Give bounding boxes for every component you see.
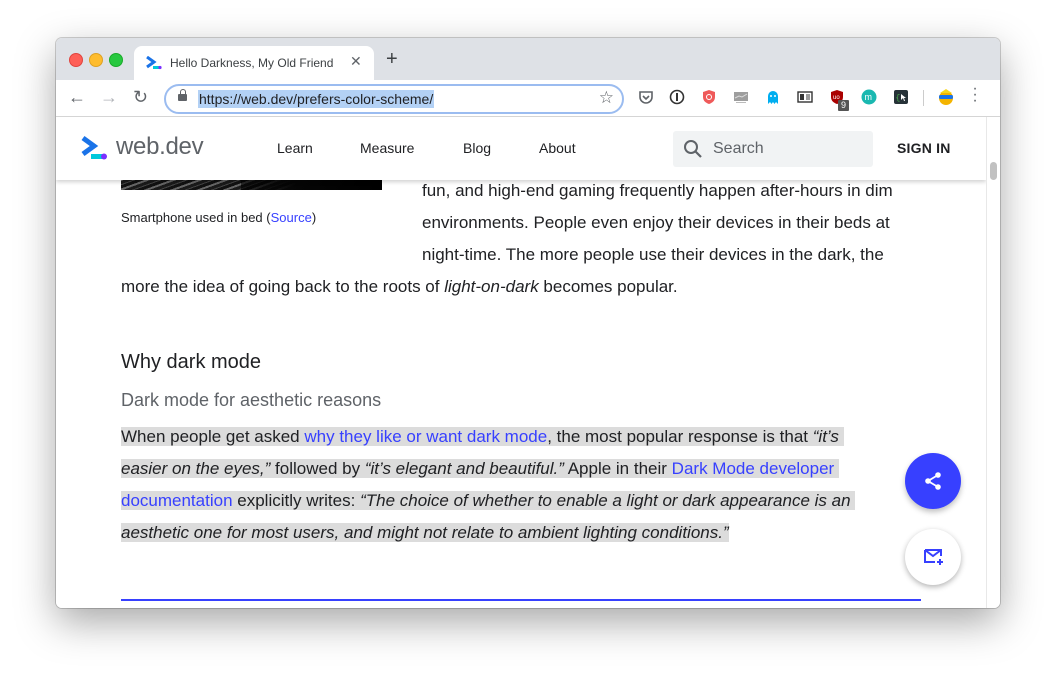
close-window-button[interactable]	[69, 53, 83, 67]
text: Apple in their	[563, 459, 672, 478]
nav-about[interactable]: About	[539, 140, 576, 156]
new-tab-button[interactable]: +	[386, 49, 398, 69]
para1-line3: night-time. The more people use their de…	[422, 245, 884, 264]
ublock-badge: 9	[838, 100, 849, 111]
emphasis: “it’s elegant and beautiful.”	[364, 459, 564, 478]
emphasis: light-on-dark	[444, 277, 539, 296]
toolbar-divider	[923, 90, 924, 106]
1password-icon[interactable]	[669, 89, 685, 105]
reader-icon[interactable]	[797, 89, 813, 105]
para2-line2: easier on the eyes,” followed by “it’s e…	[121, 453, 839, 485]
bookmark-star-icon[interactable]: ☆	[599, 88, 614, 108]
nav-blog[interactable]: Blog	[463, 140, 491, 156]
forward-arrow-icon[interactable]: →	[100, 87, 118, 107]
url-text[interactable]: https://web.dev/prefers-color-scheme/	[198, 90, 435, 108]
maximize-window-button[interactable]	[109, 53, 123, 67]
back-arrow-icon[interactable]: ←	[68, 87, 86, 107]
nav-measure[interactable]: Measure	[360, 140, 414, 156]
pocket-icon[interactable]	[638, 89, 654, 105]
mail-plus-icon	[924, 549, 943, 565]
sign-in-button[interactable]: SIGN IN	[897, 140, 951, 156]
quote: aesthetic one for most users, and might …	[121, 523, 729, 542]
browser-menu-icon[interactable]: · · ·	[972, 81, 978, 109]
text: becomes popular.	[538, 277, 678, 296]
tab-active[interactable]: Hello Darkness, My Old Friend ✕	[134, 46, 374, 80]
quote: “The choice of whether to enable a light…	[360, 491, 851, 510]
emphasis: “it’s	[812, 427, 839, 446]
address-bar[interactable]: https://web.dev/prefers-color-scheme/ ☆	[164, 84, 624, 114]
why-dark-mode-link[interactable]: why they like or want dark mode	[304, 427, 547, 446]
apple-docs-link-cont[interactable]: documentation	[121, 491, 233, 510]
site-logo-text[interactable]: web.dev	[116, 133, 204, 161]
svg-text:m: m	[865, 92, 873, 102]
lock-icon	[178, 89, 187, 101]
text: more the idea of going back to the roots…	[121, 277, 445, 296]
share-button[interactable]	[905, 453, 961, 509]
search-placeholder: Search	[713, 140, 764, 157]
search-input[interactable]: Search	[673, 131, 873, 167]
emphasis: easier on the eyes,”	[121, 459, 271, 478]
m-extension-icon[interactable]: m	[861, 89, 877, 105]
scrollbar-thumb[interactable]	[990, 162, 997, 180]
subscribe-button[interactable]	[905, 529, 961, 585]
caption-text: Smartphone used in bed (	[121, 210, 271, 225]
search-icon	[684, 140, 702, 158]
text: When people get asked	[121, 427, 305, 446]
para2-line3: documentation explicitly writes: “The ch…	[121, 485, 856, 517]
close-icon[interactable]: ✕	[350, 53, 362, 70]
apple-docs-link[interactable]: Dark Mode developer	[672, 459, 835, 478]
share-icon	[925, 472, 941, 490]
browser-window: Hello Darkness, My Old Friend ✕ + ← → ↻ …	[56, 38, 1000, 608]
analytics-icon[interactable]	[733, 89, 749, 105]
para2-line1: When people get asked why they like or w…	[121, 421, 844, 453]
avatar-icon[interactable]	[937, 88, 955, 106]
text: followed by	[270, 459, 365, 478]
caption-suffix: )	[311, 210, 317, 225]
site-header: web.dev Learn Measure Blog About Search …	[56, 117, 986, 180]
image-caption: Smartphone used in bed (Source)	[121, 210, 316, 225]
browser-toolbar: ← → ↻ https://web.dev/prefers-color-sche…	[56, 80, 1000, 117]
webdev-favicon-icon	[146, 56, 162, 70]
para1-line4: more the idea of going back to the roots…	[121, 271, 678, 303]
page-scrollbar[interactable]	[986, 117, 1000, 608]
para1-line2: environments. People even enjoy their de…	[422, 213, 890, 232]
svg-text:{: {	[896, 94, 901, 103]
css-selector-icon[interactable]: {	[893, 89, 909, 105]
nav-learn[interactable]: Learn	[277, 140, 313, 156]
privacy-badger-icon[interactable]	[701, 89, 717, 105]
para2-line4: aesthetic one for most users, and might …	[121, 517, 729, 549]
section-subheading: Dark mode for aesthetic reasons	[121, 390, 382, 410]
caption-source-link[interactable]: Source	[271, 210, 312, 225]
tab-strip: Hello Darkness, My Old Friend ✕ +	[56, 38, 1000, 80]
minimize-window-button[interactable]	[89, 53, 103, 67]
text: explicitly writes:	[232, 491, 361, 510]
tab-title: Hello Darkness, My Old Friend	[170, 56, 334, 70]
text: , the most popular response is that	[547, 427, 813, 446]
page-viewport: web.dev Learn Measure Blog About Search …	[56, 117, 986, 608]
webdev-logo-icon[interactable]	[80, 135, 108, 161]
ghostery-icon[interactable]	[765, 89, 781, 105]
section-heading: Why dark mode	[121, 351, 262, 373]
reload-icon[interactable]: ↻	[133, 87, 148, 107]
section-divider	[121, 599, 921, 601]
